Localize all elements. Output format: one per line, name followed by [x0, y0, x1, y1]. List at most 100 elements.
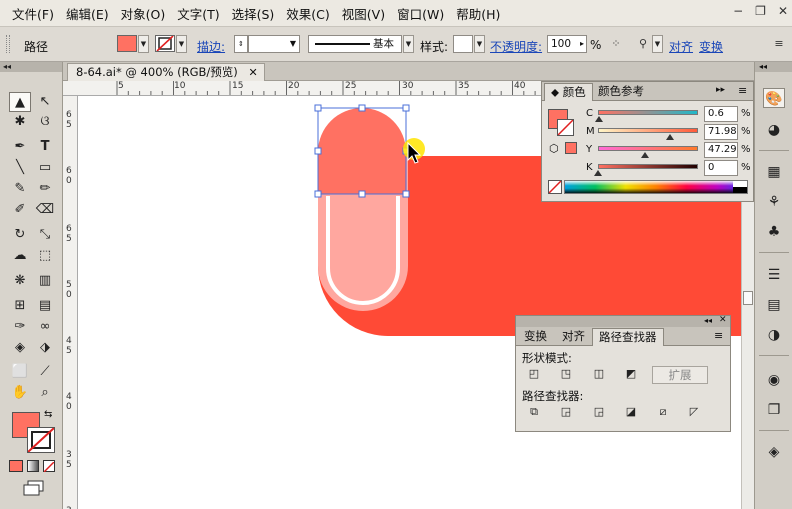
channel-c-input[interactable]: 0.6: [704, 106, 738, 122]
unite-icon[interactable]: ◰: [526, 366, 542, 382]
color-panel-stroke-swatch[interactable]: [557, 119, 574, 136]
menu-window[interactable]: 窗口(W): [391, 4, 450, 23]
stroke-style-chevron-icon[interactable]: ▼: [403, 35, 414, 53]
swap-fill-stroke-icon[interactable]: ⇆: [44, 409, 52, 420]
merge-icon[interactable]: ◲: [591, 404, 607, 420]
channel-y-slider[interactable]: [598, 146, 698, 151]
graphic-styles-panel-icon[interactable]: ❐: [763, 400, 785, 420]
intersect-icon[interactable]: ◫: [591, 366, 607, 382]
appearance-panel-icon[interactable]: ◉: [763, 370, 785, 390]
panel-collapse-icon[interactable]: ◂◂: [704, 316, 712, 325]
opacity-input[interactable]: 100 ▸: [547, 35, 587, 53]
column-graph-tool-icon[interactable]: ▥: [34, 271, 56, 291]
panel-menu-icon[interactable]: ≡: [738, 84, 747, 97]
tab-color[interactable]: ⬥ 颜色: [544, 83, 593, 101]
trim-icon[interactable]: ◲: [558, 404, 574, 420]
opacity-link[interactable]: 不透明度:: [490, 38, 542, 55]
live-paint-selection-tool-icon[interactable]: ⬗: [34, 338, 56, 358]
divide-icon[interactable]: ⧉: [526, 404, 542, 420]
graphic-style-chevron-icon[interactable]: ▼: [474, 35, 485, 53]
isolate-selected-icon[interactable]: ⁘: [609, 37, 623, 51]
close-icon[interactable]: ✕: [778, 4, 788, 18]
free-transform-tool-icon[interactable]: ⬚: [34, 246, 56, 266]
channel-m-slider-handle[interactable]: [665, 134, 674, 140]
color-mode-icon[interactable]: [9, 460, 23, 472]
fill-dropdown-chevron-icon[interactable]: ▼: [138, 35, 149, 53]
live-paint-bucket-tool-icon[interactable]: ◈: [9, 338, 31, 358]
stroke-panel-link[interactable]: 描边:: [197, 38, 225, 55]
transparency-panel-icon[interactable]: ◑: [763, 325, 785, 345]
vertical-ruler[interactable]: 6 5 6 0 6 5 5 0 4 5 4 0 3 5 3: [63, 96, 78, 509]
brushes-panel-icon[interactable]: ⚘: [763, 192, 785, 212]
color-spectrum-bar[interactable]: [564, 180, 748, 194]
menu-edit[interactable]: 编辑(E): [60, 4, 115, 23]
channel-k-slider[interactable]: [598, 164, 698, 169]
panel-close-icon[interactable]: ✕: [719, 315, 727, 325]
crop-icon[interactable]: ◪: [623, 404, 639, 420]
zoom-tool-icon[interactable]: ⌕: [34, 383, 56, 403]
rectangle-tool-icon[interactable]: ▭: [34, 158, 56, 178]
blend-tool-icon[interactable]: ∞: [34, 317, 56, 337]
expand-button[interactable]: 扩展: [652, 366, 708, 384]
slice-tool-icon[interactable]: ⟋: [34, 362, 56, 382]
graphic-style-swatch[interactable]: [453, 35, 473, 53]
pencil-tool-icon[interactable]: ✏: [34, 179, 56, 199]
out-of-gamut-cube-icon[interactable]: ⬡: [549, 142, 559, 155]
tab-color-guide[interactable]: 颜色参考: [592, 83, 650, 101]
hand-tool-icon[interactable]: ✋: [9, 383, 31, 403]
screen-mode-icon[interactable]: [22, 480, 44, 496]
paintbrush-tool-icon[interactable]: ✎: [9, 179, 31, 199]
stroke-panel-icon[interactable]: ☰: [763, 265, 785, 285]
none-mode-icon[interactable]: [43, 460, 55, 473]
lasso-tool-icon[interactable]: ଓ: [34, 112, 56, 132]
channel-c-slider-handle[interactable]: [594, 116, 603, 122]
warp-tool-icon[interactable]: ☁: [9, 246, 31, 266]
gradient-tool-icon[interactable]: ▤: [34, 296, 56, 316]
dock-expand-icon[interactable]: ◂◂: [755, 62, 792, 72]
channel-m-input[interactable]: 71.98: [704, 124, 738, 140]
line-tool-icon[interactable]: ╲: [9, 158, 31, 178]
blob-brush-tool-icon[interactable]: ✐: [9, 200, 31, 220]
rotate-tool-icon[interactable]: ↻: [9, 225, 31, 245]
menu-file[interactable]: 文件(F): [6, 4, 60, 23]
pen-tool-icon[interactable]: ✒: [9, 137, 31, 157]
control-bar-grip[interactable]: [6, 35, 10, 53]
color-panel-icon[interactable]: 🎨: [763, 88, 785, 108]
selected-capsule-top-shape[interactable]: [318, 108, 406, 194]
tab-transform[interactable]: 变换: [518, 328, 553, 346]
select-similar-icon[interactable]: ⚲: [636, 37, 650, 51]
channel-m-slider[interactable]: [598, 128, 698, 133]
stroke-dropdown-chevron-icon[interactable]: ▼: [176, 35, 187, 53]
scrollbar-thumb[interactable]: [743, 291, 753, 305]
document-tab[interactable]: 8-64.ai* @ 400% (RGB/预览) ✕: [67, 63, 265, 81]
channel-k-input[interactable]: 0: [704, 160, 738, 176]
menu-object[interactable]: 对象(O): [115, 4, 172, 23]
minimize-icon[interactable]: −: [733, 4, 743, 18]
layers-panel-icon[interactable]: ◈: [763, 442, 785, 462]
control-bar-menu-icon[interactable]: ≡: [772, 37, 786, 51]
minus-front-icon[interactable]: ◳: [558, 366, 574, 382]
color-guide-panel-icon[interactable]: ◕: [763, 120, 785, 140]
exclude-icon[interactable]: ◩: [623, 366, 639, 382]
minus-back-icon[interactable]: ◸: [686, 404, 702, 420]
none-color-button[interactable]: [548, 180, 562, 194]
menu-type[interactable]: 文字(T): [171, 4, 225, 23]
mesh-tool-icon[interactable]: ⊞: [9, 296, 31, 316]
symbols-panel-icon[interactable]: ♣: [763, 222, 785, 242]
outline-icon[interactable]: ⧄: [655, 404, 671, 420]
stroke-style-select[interactable]: 基本: [308, 35, 402, 53]
magic-wand-tool-icon[interactable]: ✱: [9, 112, 31, 132]
tab-pathfinder[interactable]: 路径查找器: [592, 328, 664, 346]
scale-tool-icon[interactable]: ⤡: [34, 225, 56, 245]
panel-menu-icon[interactable]: ≡: [714, 329, 723, 342]
artboard-tool-icon[interactable]: ⬜: [9, 362, 31, 382]
stroke-weight-stepper[interactable]: ⇕: [234, 35, 248, 53]
transform-link[interactable]: 变换: [699, 38, 723, 55]
close-document-icon[interactable]: ✕: [249, 64, 258, 81]
gradient-mode-icon[interactable]: [27, 460, 39, 472]
swatches-panel-icon[interactable]: ▦: [763, 162, 785, 182]
web-safe-swatch[interactable]: [565, 142, 577, 154]
channel-y-slider-handle[interactable]: [641, 152, 650, 158]
eraser-tool-icon[interactable]: ⌫: [34, 200, 56, 220]
align-link[interactable]: 对齐: [669, 38, 693, 55]
